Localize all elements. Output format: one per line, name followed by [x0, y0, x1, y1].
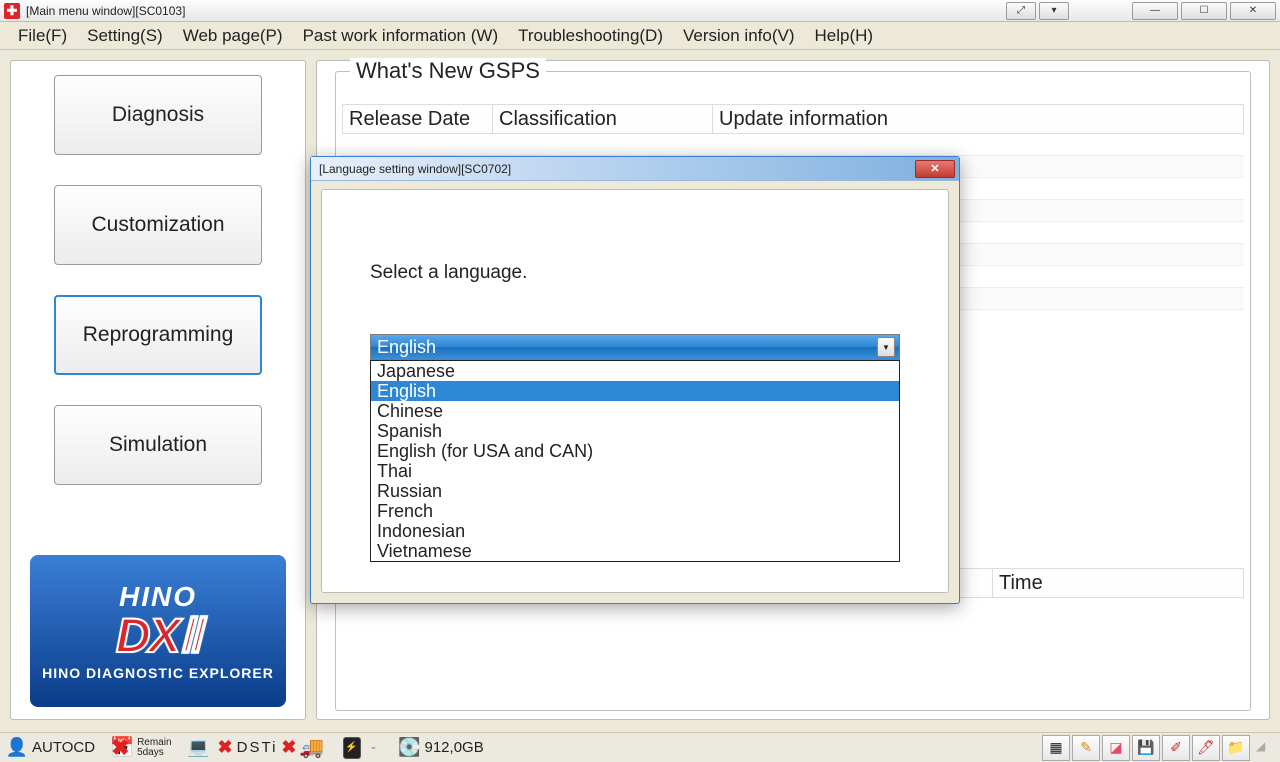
sidebar-btn-reprogramming[interactable]: Reprogramming	[54, 295, 262, 375]
language-option-spanish[interactable]: Spanish	[371, 421, 899, 441]
window-controls: ⤢ ▾ — ☐ ✕	[1003, 2, 1276, 20]
grid-header-1: Release Date Classification Update infor…	[342, 104, 1244, 134]
logo-text-top: HINO	[119, 581, 197, 613]
menu-version-info[interactable]: Version info(V)	[673, 24, 805, 48]
language-setting-dialog: [Language setting window][SC0702] ✕ Sele…	[310, 156, 960, 604]
tool-save-icon[interactable]: 💾	[1132, 735, 1160, 761]
tool-grid-icon[interactable]: ▦	[1042, 735, 1070, 761]
tool-eraser-icon[interactable]: ◪	[1102, 735, 1130, 761]
tool-pens-icon[interactable]: ✐	[1162, 735, 1190, 761]
table-row	[342, 134, 1244, 156]
chevron-down-icon[interactable]: ▼	[877, 337, 895, 357]
group-title: What's New GSPS	[350, 58, 546, 84]
expand-icon[interactable]: ⤢	[1006, 2, 1036, 20]
language-selected-value: English	[377, 337, 436, 358]
x-mark-icon: ✖	[218, 737, 233, 758]
language-option-thai[interactable]: Thai	[371, 461, 899, 481]
menu-file[interactable]: File(F)	[8, 24, 77, 48]
language-option-french[interactable]: French	[371, 501, 899, 521]
sidebar-panel: Diagnosis Customization Reprogramming Si…	[10, 60, 306, 720]
menu-web-page[interactable]: Web page(P)	[173, 24, 293, 48]
battery-icon: ⚡	[343, 737, 361, 759]
menu-troubleshooting[interactable]: Troubleshooting(D)	[508, 24, 673, 48]
sidebar-btn-customization[interactable]: Customization	[54, 185, 262, 265]
maximize-button[interactable]: ☐	[1181, 2, 1227, 20]
language-option-indonesian[interactable]: Indonesian	[371, 521, 899, 541]
dialog-close-button[interactable]: ✕	[915, 160, 955, 178]
language-option-chinese[interactable]: Chinese	[371, 401, 899, 421]
truck-icon: 🚚	[301, 737, 323, 759]
laptop-icon: 💻	[188, 737, 210, 759]
logo-text-sub: HINO DIAGNOSTIC EXPLORER	[42, 665, 274, 681]
calendar-x-icon: 📅✖	[111, 737, 133, 759]
language-dropdown: Japanese English Chinese Spanish English…	[370, 360, 900, 562]
app-icon: ✚	[4, 3, 20, 19]
col-update-info[interactable]: Update information	[713, 105, 1243, 133]
x-mark-icon: ✖	[281, 737, 296, 758]
logo-text-mid: DXⅡ	[116, 613, 200, 661]
window-title: [Main menu window][SC0103]	[26, 4, 185, 18]
col-classification[interactable]: Classification	[493, 105, 713, 133]
close-button[interactable]: ✕	[1230, 2, 1276, 20]
dialog-body: Select a language. English ▼ Japanese En…	[321, 189, 949, 593]
resize-grip-icon[interactable]: ◢	[1256, 739, 1274, 757]
status-disk: 912,0GB	[425, 739, 484, 756]
col-release-date[interactable]: Release Date	[343, 105, 493, 133]
minimize-button[interactable]: —	[1132, 2, 1178, 20]
menu-help[interactable]: Help(H)	[805, 24, 884, 48]
user-icon: 👤	[6, 737, 28, 759]
menu-setting[interactable]: Setting(S)	[77, 24, 173, 48]
language-option-english-usa-can[interactable]: English (for USA and CAN)	[371, 441, 899, 461]
col-time[interactable]: Time	[993, 569, 1243, 597]
sidebar-btn-diagnosis[interactable]: Diagnosis	[54, 75, 262, 155]
language-option-japanese[interactable]: Japanese	[371, 361, 899, 381]
window-titlebar: ✚ [Main menu window][SC0103] ⤢ ▾ — ☐ ✕	[0, 0, 1280, 22]
language-option-vietnamese[interactable]: Vietnamese	[371, 541, 899, 561]
dialog-title: [Language setting window][SC0702]	[319, 162, 511, 176]
tool-pencil-icon[interactable]: ✎	[1072, 735, 1100, 761]
menubar: File(F) Setting(S) Web page(P) Past work…	[0, 22, 1280, 50]
menu-past-work[interactable]: Past work information (W)	[293, 24, 509, 48]
status-remain: Remain5days	[137, 738, 171, 758]
status-dsti: DSTi	[237, 739, 278, 756]
language-option-russian[interactable]: Russian	[371, 481, 899, 501]
hino-logo: HINO DXⅡ HINO DIAGNOSTIC EXPLORER	[30, 555, 286, 707]
sidebar-btn-simulation[interactable]: Simulation	[54, 405, 262, 485]
dialog-prompt: Select a language.	[370, 262, 527, 284]
tool-marker-icon[interactable]: 🖊	[1192, 735, 1220, 761]
chevron-down-icon[interactable]: ▾	[1039, 2, 1069, 20]
disk-icon: 💽	[399, 737, 421, 759]
status-separator: -	[365, 739, 383, 756]
status-user: AUTOCD	[32, 739, 95, 756]
tool-folder-icon[interactable]: 📁	[1222, 735, 1250, 761]
statusbar: 👤 AUTOCD 📅✖ Remain5days 💻 ✖ DSTi ✖ 🚚 ⚡ -…	[0, 732, 1280, 762]
language-option-english[interactable]: English	[371, 381, 899, 401]
dialog-titlebar[interactable]: [Language setting window][SC0702] ✕	[311, 157, 959, 181]
language-select[interactable]: English ▼	[370, 334, 900, 360]
